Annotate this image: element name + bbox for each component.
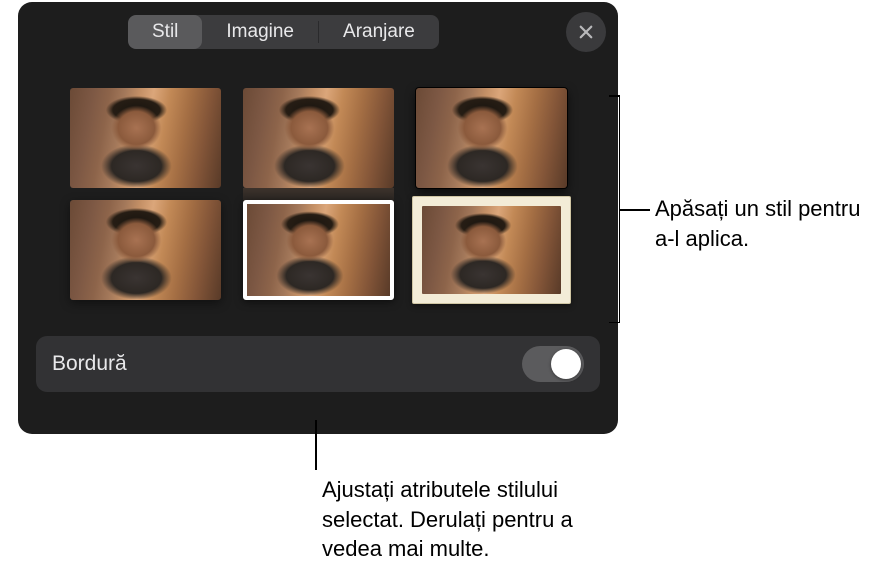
style-thumb-plain[interactable] [70,88,221,188]
tab-bar: Stil Imagine Aranjare [18,2,618,60]
border-row: Bordură [36,336,600,392]
close-button[interactable] [566,12,606,52]
border-label: Bordură [52,352,522,376]
style-preview-image [243,200,394,300]
style-preview-image [70,200,221,300]
callout-leader-line [315,420,317,470]
switch-knob [551,349,581,379]
style-thumb-reflection[interactable] [243,88,394,188]
style-thumb-soft-shadow[interactable] [70,200,221,300]
tab-arrange[interactable]: Aranjare [319,15,439,49]
callout-adjust-attributes: Ajustați atributele stilului selectat. D… [322,475,632,564]
tab-style[interactable]: Stil [128,15,202,49]
border-toggle[interactable] [522,346,584,382]
style-preview-image [422,206,561,294]
style-preview-image [416,88,567,188]
format-inspector-panel: Stil Imagine Aranjare [18,2,618,434]
photo-frame-border [412,196,571,304]
callout-leader-line [620,209,650,211]
segmented-control: Stil Imagine Aranjare [128,15,439,49]
callout-bracket [610,95,620,323]
close-icon [577,23,595,41]
style-preview-image [70,88,221,188]
style-thumb-white-border[interactable] [243,200,394,300]
style-preview-image [243,88,394,188]
tab-image[interactable]: Imagine [202,15,318,49]
callout-apply-style: Apăsați un stil pentru a-l aplica. [655,194,885,253]
style-grid [18,60,618,314]
style-thumb-photo-frame[interactable] [412,196,571,304]
style-thumb-dark-shadow[interactable] [416,88,567,188]
